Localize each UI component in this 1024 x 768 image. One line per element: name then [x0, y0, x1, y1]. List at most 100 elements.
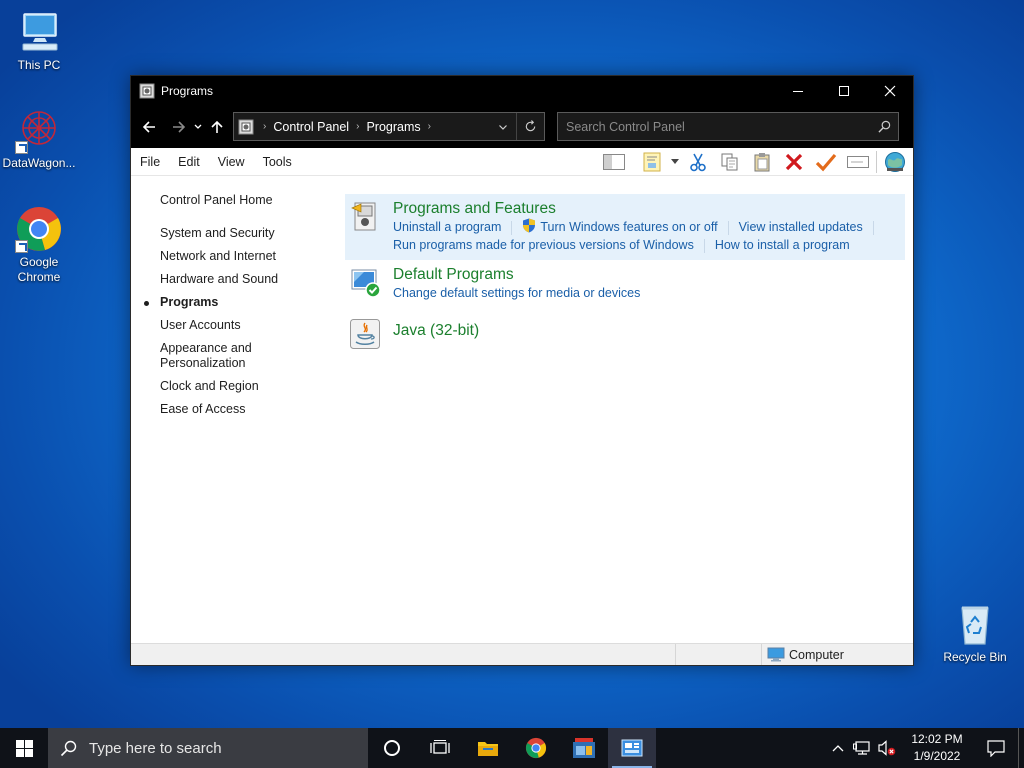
- change-default-settings-link[interactable]: Change default settings for media or dev…: [393, 284, 640, 302]
- chevron-right-icon: ›: [263, 121, 267, 132]
- sidebar-item-user-accounts[interactable]: User Accounts: [131, 318, 331, 333]
- chrome-icon: [15, 205, 63, 253]
- task-view-button[interactable]: [416, 728, 464, 768]
- delete-icon[interactable]: [778, 149, 810, 175]
- sidebar-item-ease-of-access[interactable]: Ease of Access: [131, 402, 331, 417]
- taskbar-clock[interactable]: 12:02 PM 1/9/2022: [900, 731, 974, 765]
- notifications-button[interactable]: [974, 728, 1018, 768]
- refresh-button[interactable]: [516, 113, 544, 140]
- taskbar-search-placeholder[interactable]: Type here to search: [89, 740, 222, 757]
- show-hidden-icons-button[interactable]: [826, 728, 850, 768]
- shortcut-arrow-icon: [15, 141, 28, 154]
- menu-file[interactable]: File: [131, 155, 169, 169]
- taskbar: Type here to search 12:02 PM 1/9/2022: [0, 728, 1024, 768]
- taskbar-control-panel[interactable]: [608, 728, 656, 768]
- view-dropdown-button[interactable]: [668, 149, 682, 175]
- clock-time: 12:02 PM: [911, 732, 963, 746]
- sidebar-item-programs[interactable]: Programs: [131, 295, 331, 310]
- chevron-right-icon[interactable]: ›: [356, 121, 359, 132]
- chevron-right-icon[interactable]: ›: [428, 121, 431, 132]
- show-desktop-button[interactable]: [1018, 728, 1024, 768]
- sidebar-item-clock-and-region[interactable]: Clock and Region: [131, 379, 331, 394]
- breadcrumb-programs[interactable]: Programs: [366, 120, 420, 134]
- rename-icon[interactable]: [842, 149, 874, 175]
- menu-tools[interactable]: Tools: [254, 155, 301, 169]
- network-tray-icon[interactable]: [850, 728, 874, 768]
- chevron-up-icon: [832, 745, 844, 752]
- close-button[interactable]: [867, 76, 913, 105]
- java-link[interactable]: Java (32-bit): [393, 317, 897, 340]
- search-input[interactable]: [558, 113, 870, 140]
- programs-and-features-icon[interactable]: [349, 200, 381, 232]
- properties-button[interactable]: [636, 149, 668, 175]
- sidebar-item-system-and-security[interactable]: System and Security: [131, 226, 331, 241]
- default-programs-icon[interactable]: [349, 266, 381, 298]
- java-icon[interactable]: [349, 318, 381, 350]
- control-panel-window: Programs › Control Panel › Programs › Se…: [130, 75, 914, 666]
- turn-windows-features-label: Turn Windows features on or off: [540, 220, 718, 234]
- desktop-icon-label: This PC: [17, 58, 61, 72]
- uninstall-program-link[interactable]: Uninstall a program: [393, 218, 501, 236]
- status-bar: Computer: [131, 643, 913, 665]
- sidebar: Control Panel Home System and Security N…: [131, 177, 331, 425]
- turn-windows-features-link[interactable]: Turn Windows features on or off: [522, 218, 718, 236]
- paste-icon[interactable]: [746, 149, 778, 175]
- taskbar-file-explorer[interactable]: [464, 728, 512, 768]
- up-button[interactable]: [205, 115, 229, 139]
- taskbar-chrome[interactable]: [512, 728, 560, 768]
- run-previous-versions-link[interactable]: Run programs made for previous versions …: [393, 236, 694, 254]
- cut-icon[interactable]: [682, 149, 714, 175]
- this-pc-icon: [15, 8, 63, 56]
- minimize-button[interactable]: [775, 76, 821, 105]
- volume-muted-icon[interactable]: [874, 728, 900, 768]
- taskbar-app[interactable]: [560, 728, 608, 768]
- search-icon[interactable]: [870, 120, 898, 133]
- checkmark-icon[interactable]: [810, 149, 842, 175]
- maximize-button[interactable]: [821, 76, 867, 105]
- app-window-icon: [573, 738, 595, 758]
- programs-and-features-link[interactable]: Programs and Features: [393, 199, 897, 218]
- title-bar[interactable]: Programs: [131, 76, 913, 105]
- status-location: Computer: [767, 647, 844, 662]
- desktop-icon-google-chrome[interactable]: Google Chrome: [0, 205, 80, 285]
- view-installed-updates-link[interactable]: View installed updates: [739, 218, 863, 236]
- how-to-install-link[interactable]: How to install a program: [715, 236, 850, 254]
- sidebar-item-network-and-internet[interactable]: Network and Internet: [131, 249, 331, 264]
- network-globe-icon[interactable]: [879, 149, 911, 175]
- menu-edit[interactable]: Edit: [169, 155, 209, 169]
- sidebar-item-hardware-and-sound[interactable]: Hardware and Sound: [131, 272, 331, 287]
- taskbar-search-box[interactable]: Type here to search: [48, 728, 368, 768]
- address-dropdown-button[interactable]: [490, 122, 516, 132]
- address-bar[interactable]: › Control Panel › Programs ›: [233, 112, 545, 141]
- pane-toggle-button[interactable]: [598, 149, 630, 175]
- copy-icon[interactable]: [714, 149, 746, 175]
- windows-logo-icon: [15, 739, 33, 757]
- task-view-icon: [430, 740, 450, 754]
- clock-date: 1/9/2022: [913, 749, 961, 763]
- desktop-icon-recycle-bin[interactable]: Recycle Bin: [934, 600, 1016, 665]
- desktop-icon-datawagon[interactable]: DataWagon...: [0, 106, 80, 171]
- cortana-button[interactable]: [368, 728, 416, 768]
- window-body: Control Panel Home System and Security N…: [131, 177, 913, 643]
- menu-view[interactable]: View: [209, 155, 254, 169]
- recent-locations-button[interactable]: [191, 115, 205, 139]
- category-programs-and-features: Programs and Features Uninstall a progra…: [345, 194, 905, 260]
- start-button[interactable]: [0, 728, 48, 768]
- back-button[interactable]: [137, 115, 161, 139]
- status-location-label: Computer: [789, 647, 844, 662]
- sidebar-item-control-panel-home[interactable]: Control Panel Home: [131, 193, 331, 208]
- sidebar-item-appearance-and-personalization[interactable]: Appearance and Personalization: [131, 341, 261, 371]
- desktop-icon-this-pc[interactable]: This PC: [0, 8, 80, 73]
- recycle-bin-icon: [951, 600, 999, 648]
- search-box[interactable]: [557, 112, 899, 141]
- chrome-icon: [525, 737, 547, 759]
- forward-button[interactable]: [167, 115, 191, 139]
- computer-icon: [767, 647, 785, 662]
- breadcrumb-control-panel[interactable]: Control Panel: [273, 120, 349, 134]
- toolbar-separator: [876, 151, 877, 173]
- desktop-icon-label: Recycle Bin: [943, 650, 1007, 664]
- uac-shield-icon: [522, 218, 536, 233]
- category-java: Java (32-bit): [345, 312, 905, 349]
- default-programs-link[interactable]: Default Programs: [393, 265, 897, 284]
- control-panel-icon: [238, 119, 254, 135]
